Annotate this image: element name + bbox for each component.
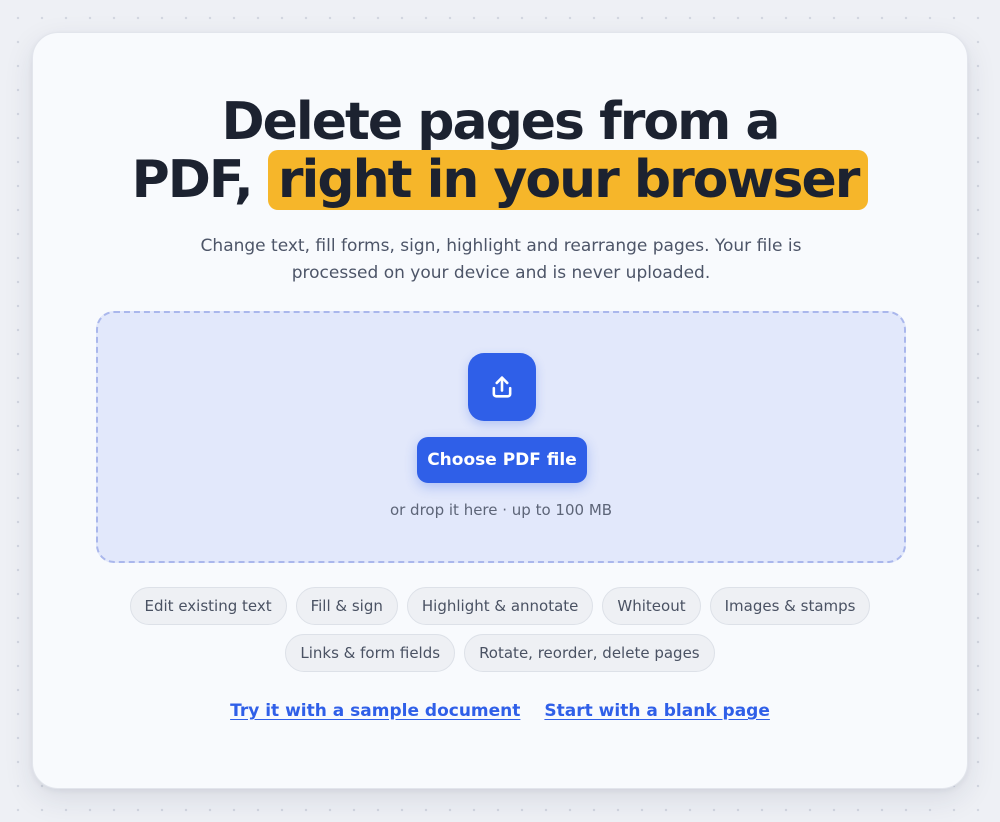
feature-chip-edit-text: Edit existing text	[129, 587, 287, 625]
title-line-2-prefix: PDF,	[131, 150, 268, 210]
editor-start-card: Delete pages from a PDF, right in your b…	[32, 32, 968, 789]
page-title: Delete pages from a PDF, right in your b…	[33, 92, 967, 210]
feature-chip-images-stamps: Images & stamps	[709, 587, 871, 625]
feature-chips-row-1: Edit existing text Fill & sign Highlight…	[33, 587, 967, 625]
drop-hint: or drop it here · up to 100 MB	[389, 501, 613, 519]
title-highlight: right in your browser	[267, 150, 869, 210]
start-links: Try it with a sample document Start with…	[33, 701, 967, 721]
feature-chip-rotate-reorder: Rotate, reorder, delete pages	[464, 634, 715, 672]
file-dropzone[interactable]: Choose PDF file or drop it here · up to …	[96, 311, 906, 563]
upload-icon[interactable]	[468, 353, 536, 421]
blank-page-link[interactable]: Start with a blank page	[544, 701, 769, 721]
choose-pdf-button[interactable]: Choose PDF file	[417, 437, 587, 483]
sample-document-link[interactable]: Try it with a sample document	[230, 701, 520, 721]
feature-chips-row-2: Links & form fields Rotate, reorder, del…	[33, 634, 967, 672]
feature-chip-highlight: Highlight & annotate	[406, 587, 594, 625]
title-line-1: Delete pages from a	[221, 92, 781, 152]
feature-chip-fill-sign: Fill & sign	[295, 587, 398, 625]
feature-chip-links-forms: Links & form fields	[285, 634, 456, 672]
feature-chip-whiteout: Whiteout	[602, 587, 701, 625]
page-subtitle: Change text, fill forms, sign, highlight…	[200, 236, 802, 283]
